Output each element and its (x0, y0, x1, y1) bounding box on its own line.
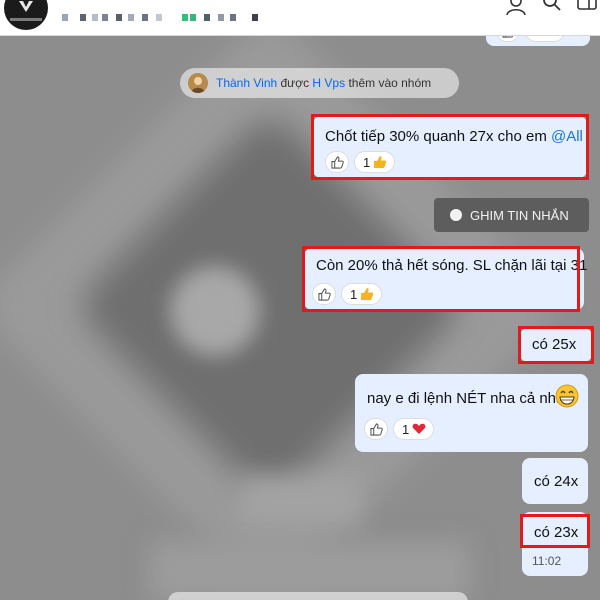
message-bubble[interactable]: có 24x (522, 458, 588, 504)
message-bubble[interactable]: có 23x 11:02 (522, 512, 588, 576)
message-bubble[interactable]: Còn 20% thả hết sóng. SL chặn lãi tại 31… (304, 248, 588, 310)
search-icon[interactable] (541, 0, 563, 16)
notice-text-tail: thêm vào nhóm (345, 76, 432, 90)
member-avatar[interactable] (188, 73, 208, 93)
message-text: Chốt tiếp 30% quanh 27x cho em @All (325, 128, 583, 145)
like-button[interactable] (364, 418, 388, 440)
reaction-bar: 1 (364, 418, 435, 440)
thumbs-up-outline-icon (369, 422, 383, 436)
message-timestamp: 11:02 (532, 554, 562, 568)
like-button[interactable] (325, 151, 349, 173)
add-member-icon[interactable] (506, 0, 528, 16)
message-text-body: nay e đi lệnh NÉT nha cả nhà (367, 390, 565, 407)
reaction-count[interactable]: 1 (341, 283, 383, 305)
reaction-count-value: 1 (350, 286, 358, 302)
message-text: có 25x (532, 336, 577, 353)
message-bubble[interactable]: có 25x (520, 328, 592, 362)
thumbs-up-outline-icon (330, 155, 344, 169)
notice-adder-name[interactable]: H Vps (312, 76, 345, 90)
reaction-bar: 1 (312, 283, 383, 305)
reaction-count-value: 1 (363, 154, 371, 170)
message-text: có 23x (534, 524, 579, 541)
grin-emoji-icon (555, 384, 579, 408)
message-text: Còn 20% thả hết sóng. SL chặn lãi tại 31 (316, 257, 588, 274)
reaction-count[interactable]: 1 (393, 418, 435, 440)
group-logo-icon (19, 1, 33, 12)
pin-message-button[interactable]: GHIM TIN NHẮN (434, 198, 589, 232)
message-text: có 24x (534, 473, 579, 490)
system-notice-partial (168, 592, 468, 600)
system-notice-member-added: Thành Vinh được H Vps thêm vào nhóm (180, 68, 459, 98)
like-button[interactable] (312, 283, 336, 305)
reaction-count[interactable]: 1 (354, 151, 396, 173)
heart-icon (412, 423, 426, 434)
message-list[interactable]: 1 Thành Vinh được H Vps thêm vào nhóm Ch… (0, 20, 600, 600)
reaction-count-value: 1 (402, 421, 410, 437)
message-bubble[interactable]: nay e đi lệnh NÉT nha cả nhà 1 (355, 374, 588, 452)
member-avatar-image (191, 77, 205, 93)
sidebar-toggle-icon[interactable] (577, 0, 599, 16)
group-avatar[interactable] (4, 0, 48, 30)
message-bubble[interactable]: Chốt tiếp 30% quanh 27x cho em @All 1 (313, 116, 587, 178)
message-text-body: Chốt tiếp 30% quanh 27x cho em (325, 128, 551, 145)
group-name-obscured[interactable] (58, 6, 278, 24)
thumbs-up-icon (361, 288, 374, 300)
chat-header (0, 0, 600, 36)
pin-icon (450, 209, 462, 221)
pin-message-label: GHIM TIN NHẮN (470, 207, 569, 223)
thumbs-up-icon (374, 156, 387, 168)
message-text: nay e đi lệnh NÉT nha cả nhà (367, 390, 564, 407)
reaction-bar: 1 (325, 151, 396, 173)
mention-all[interactable]: @All (551, 128, 583, 145)
notice-text: được (277, 76, 313, 90)
thumbs-up-outline-icon (317, 287, 331, 301)
notice-member-name[interactable]: Thành Vinh (216, 76, 277, 90)
